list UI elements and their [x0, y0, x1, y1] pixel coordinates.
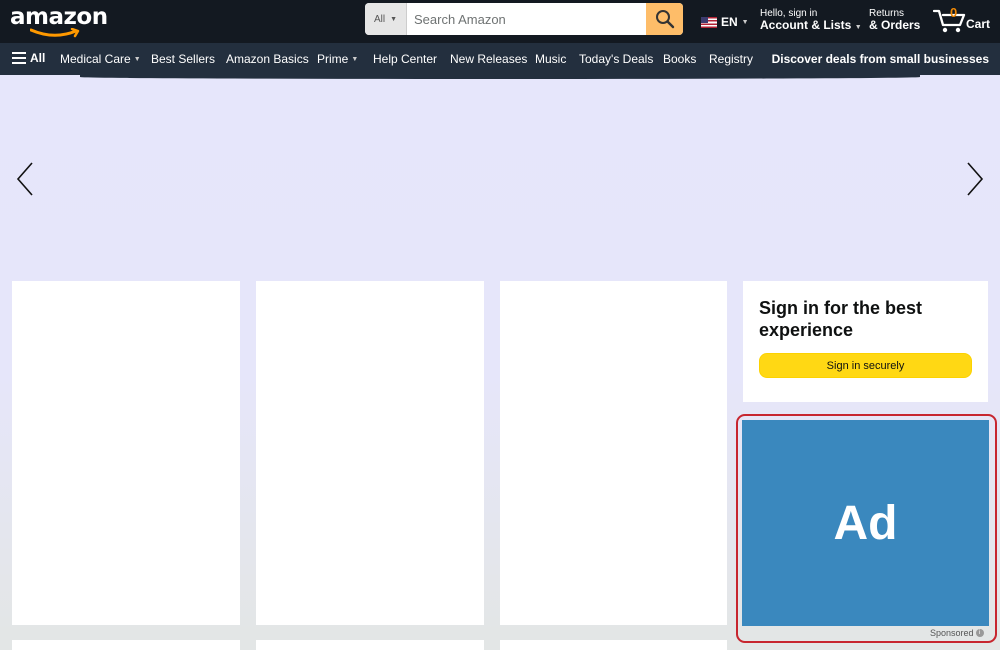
product-card[interactable]: [500, 640, 727, 650]
nav-item-new-releases[interactable]: New Releases: [450, 52, 527, 66]
magnifier-icon: [655, 10, 674, 29]
small-business-promo-link[interactable]: Discover deals from small businesses: [772, 52, 989, 66]
sponsored-text: Sponsored: [930, 628, 974, 638]
nav-item-label: Medical Care: [60, 52, 131, 66]
nav-item-music[interactable]: Music: [535, 52, 566, 66]
signin-button[interactable]: Sign in securely: [759, 353, 972, 378]
hero-top-curve: [80, 75, 920, 79]
nav-item-label: New Releases: [450, 52, 528, 66]
search-bar: All ▼: [365, 3, 683, 35]
all-menu-button[interactable]: All: [12, 51, 45, 65]
language-label: EN: [721, 15, 738, 29]
sponsored-label: Sponsored i: [930, 628, 984, 638]
returns-orders-link[interactable]: Returns & Orders: [869, 8, 920, 32]
cart-count: 0: [950, 5, 958, 20]
nav-item-prime[interactable]: Prime ▼: [317, 52, 358, 66]
nav-item-registry[interactable]: Registry: [709, 52, 753, 66]
caret-down-icon: ▼: [741, 18, 749, 26]
caret-down-icon: ▼: [390, 15, 398, 23]
nav-item-label: Today's Deals: [579, 52, 654, 66]
nav-item-label: Help Center: [373, 52, 438, 66]
language-selector[interactable]: EN ▼: [701, 15, 749, 29]
hamburger-icon: [12, 52, 26, 64]
nav-item-label: Best Sellers: [151, 52, 216, 66]
nav-item-label: Books: [663, 52, 697, 66]
logo-smile-icon: [30, 28, 80, 38]
sponsored-ad[interactable]: Ad: [742, 420, 989, 626]
caret-down-icon: ▼: [133, 56, 141, 63]
nav-item-best-sellers[interactable]: Best Sellers: [151, 52, 215, 66]
chevron-left-icon[interactable]: [16, 162, 34, 196]
all-menu-label: All: [30, 51, 46, 65]
search-button[interactable]: [646, 3, 683, 35]
search-category-label: All: [373, 13, 386, 25]
orders-label: & Orders: [869, 18, 921, 32]
caret-down-icon: ▼: [351, 56, 359, 63]
signin-card: Sign in for the best experience: [743, 281, 988, 402]
nav-item-amazon-basics[interactable]: Amazon Basics: [226, 52, 309, 66]
nav-item-help-center[interactable]: Help Center: [373, 52, 437, 66]
search-input[interactable]: [407, 3, 646, 35]
search-category-dropdown[interactable]: All ▼: [365, 3, 407, 35]
logo-wordmark: amazon: [10, 4, 108, 30]
caret-down-icon: ▼: [854, 24, 862, 31]
nav-item-label: Music: [535, 52, 567, 66]
us-flag-icon: [701, 16, 717, 28]
amazon-logo[interactable]: amazon: [10, 4, 108, 38]
chevron-right-icon[interactable]: [966, 162, 984, 196]
cart-link[interactable]: 0 Cart: [933, 5, 993, 34]
account-lists-menu[interactable]: Hello, sign in Account & Lists ▼: [760, 8, 862, 34]
account-lists-label: Account & Lists: [760, 18, 852, 32]
nav-item-todays-deals[interactable]: Today's Deals: [579, 52, 653, 66]
product-card[interactable]: [500, 281, 727, 625]
nav-item-books[interactable]: Books: [663, 52, 696, 66]
nav-item-label: Amazon Basics: [226, 52, 309, 66]
top-navigation-bar: amazon All ▼ EN ▼ Hello, sign in Account…: [0, 0, 1000, 43]
nav-item-label: Prime: [317, 52, 349, 66]
nav-item-medical-care[interactable]: Medical Care ▼: [60, 52, 141, 66]
nav-item-label: Registry: [709, 52, 754, 66]
product-card[interactable]: [12, 640, 240, 650]
secondary-navigation-bar: All Medical Care ▼ Best Sellers Amazon Ba…: [0, 43, 1000, 75]
product-card[interactable]: [256, 281, 484, 625]
product-card[interactable]: [12, 281, 240, 625]
signin-title: Sign in for the best experience: [759, 298, 923, 340]
cart-label: Cart: [966, 17, 991, 31]
info-icon[interactable]: i: [975, 629, 984, 637]
product-card[interactable]: [256, 640, 484, 650]
